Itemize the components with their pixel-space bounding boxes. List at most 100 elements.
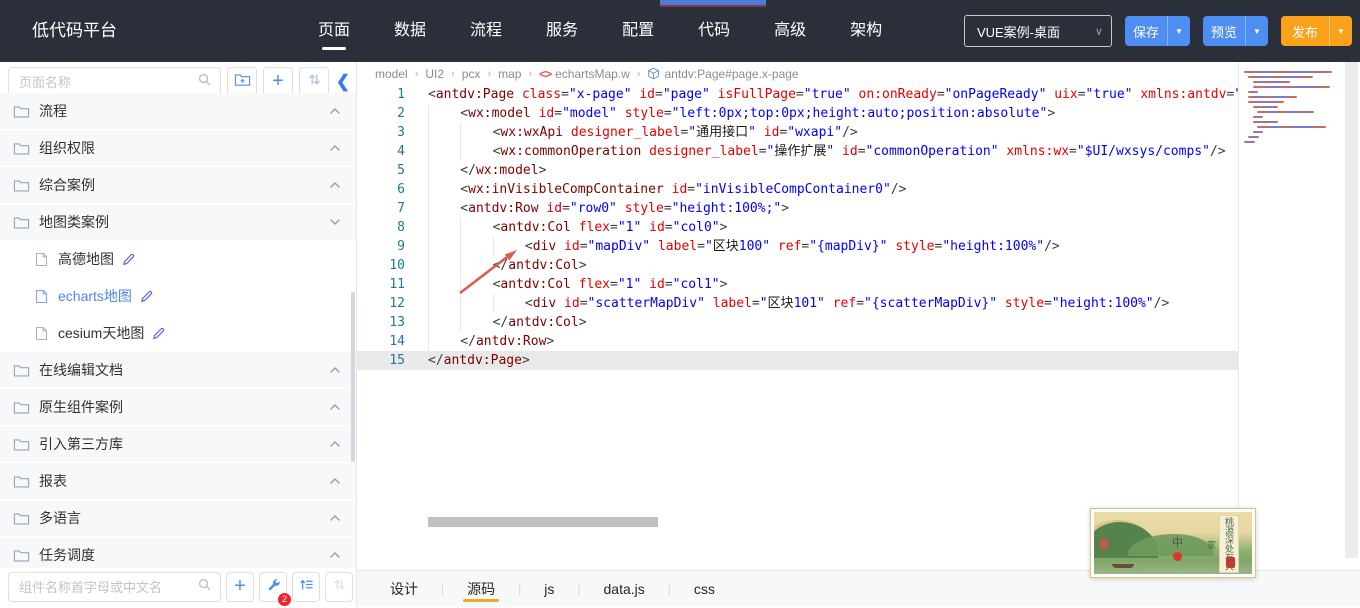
code-line-7[interactable]: 7<antdv:Row id="row0" style="height:100%… <box>357 199 1238 218</box>
editor-vertical-scrollbar[interactable] <box>1345 62 1358 558</box>
tools-button[interactable]: 2 <box>259 572 287 602</box>
sort-icon <box>332 577 347 597</box>
nav-item-0[interactable]: 页面 <box>318 0 350 62</box>
tree-item-6[interactable]: cesium天地图 <box>0 315 356 351</box>
chevron-up-icon[interactable] <box>328 178 342 192</box>
tree-item-7[interactable]: 在线编辑文档 <box>0 352 356 388</box>
code-line-1[interactable]: 1<antdv:Page class="x-page" id="page" is… <box>357 85 1238 104</box>
caret-down-icon[interactable]: ▼ <box>1329 16 1352 46</box>
add-component-button[interactable]: + <box>226 572 254 602</box>
painting-center-mark: 中 <box>1172 534 1183 550</box>
caret-down-icon[interactable]: ▼ <box>1245 16 1268 46</box>
chevron-up-icon[interactable] <box>328 437 342 451</box>
code-line-8[interactable]: 8<antdv:Col flex="1" id="col0"> <box>357 218 1238 237</box>
tree-item-label: 地图类案例 <box>39 212 328 232</box>
tree-item-11[interactable]: 多语言 <box>0 500 356 536</box>
code-text: </antdv:Col> <box>405 256 587 275</box>
reorder-button[interactable] <box>325 572 353 602</box>
tree-item-1[interactable]: 组织权限 <box>0 130 356 166</box>
action-button-1[interactable]: 预览▼ <box>1203 16 1268 46</box>
nav-item-2[interactable]: 流程 <box>470 0 502 62</box>
code-line-11[interactable]: 11<antdv:Col flex="1" id="col1"> <box>357 275 1238 294</box>
breadcrumb-label: map <box>498 67 521 81</box>
editor-horizontal-scrollbar[interactable] <box>428 517 658 527</box>
minimap-line <box>1253 81 1290 83</box>
line-number: 13 <box>357 313 405 332</box>
tree-item-label: 引入第三方库 <box>39 434 328 454</box>
code-line-10[interactable]: 10</antdv:Col> <box>357 256 1238 275</box>
sidebar-scrollbar[interactable] <box>351 292 355 462</box>
chevron-up-icon[interactable] <box>328 104 342 118</box>
code-line-4[interactable]: 4<wx:commonOperation designer_label="操作扩… <box>357 142 1238 161</box>
breadcrumb-item-0[interactable]: model <box>375 67 408 81</box>
action-button-0[interactable]: 保存▼ <box>1125 16 1190 46</box>
promo-painting[interactable]: 中 桃源深处有人家 <box>1090 508 1256 578</box>
tab-4[interactable]: css <box>692 571 717 608</box>
editor-minimap[interactable] <box>1238 62 1346 570</box>
chevron-down-icon[interactable] <box>328 215 342 229</box>
code-line-9[interactable]: 9<div id="mapDiv" label="区块100" ref="{ma… <box>357 237 1238 256</box>
breadcrumb-item-3[interactable]: map <box>498 67 521 81</box>
nav-item-3[interactable]: 服务 <box>546 0 578 62</box>
chevron-up-icon[interactable] <box>328 474 342 488</box>
minimap-line <box>1244 141 1255 143</box>
chevron-up-icon[interactable] <box>328 400 342 414</box>
tab-0[interactable]: 设计 <box>388 571 420 608</box>
folder-icon <box>13 141 30 156</box>
tree-item-3[interactable]: 地图类案例 <box>0 204 356 240</box>
chevron-up-icon[interactable] <box>328 548 342 562</box>
code-text: <div id="mapDiv" label="区块100" ref="{map… <box>405 237 1060 256</box>
tree-item-9[interactable]: 引入第三方库 <box>0 426 356 462</box>
nav-item-7[interactable]: 架构 <box>850 0 882 62</box>
action-button-label: 发布 <box>1281 16 1329 46</box>
code-line-6[interactable]: 6<wx:inVisibleCompContainer id="inVisibl… <box>357 180 1238 199</box>
outline-sort-button[interactable] <box>292 572 320 602</box>
nav-item-6[interactable]: 高级 <box>774 0 806 62</box>
tab-1[interactable]: 源码 <box>465 571 497 608</box>
caret-down-icon[interactable]: ▼ <box>1167 16 1190 46</box>
search-icon <box>197 72 212 92</box>
chevron-up-icon[interactable] <box>328 363 342 377</box>
code-line-5[interactable]: 5</wx:model> <box>357 161 1238 180</box>
code-line-15[interactable]: 15</antdv:Page> <box>357 351 1238 370</box>
component-search-input[interactable] <box>17 579 197 596</box>
chevron-up-icon[interactable] <box>328 141 342 155</box>
breadcrumb-item-5[interactable]: antdv:Page#page.x-page <box>647 67 798 81</box>
tab-3[interactable]: data.js <box>602 571 647 608</box>
code-line-14[interactable]: 14</antdv:Row> <box>357 332 1238 351</box>
folder-icon <box>13 215 30 230</box>
tree-item-12[interactable]: 任务调度 <box>0 537 356 568</box>
nav-item-4[interactable]: 配置 <box>622 0 654 62</box>
code-line-13[interactable]: 13</antdv:Col> <box>357 313 1238 332</box>
tree-item-8[interactable]: 原生组件案例 <box>0 389 356 425</box>
project-select[interactable]: VUE案例-桌面 ∨ <box>964 15 1112 47</box>
code-line-2[interactable]: 2<wx:model id="model" style="left:0px;to… <box>357 104 1238 123</box>
nav-item-1[interactable]: 数据 <box>394 0 426 62</box>
tab-2[interactable]: js <box>542 571 556 608</box>
code-line-12[interactable]: 12<div id="scatterMapDiv" label="区块101" … <box>357 294 1238 313</box>
code-text: <antdv:Col flex="1" id="col0"> <box>405 218 727 237</box>
code-editor[interactable]: 1<antdv:Page class="x-page" id="page" is… <box>357 85 1238 570</box>
line-number: 9 <box>357 237 405 256</box>
action-button-2[interactable]: 发布▼ <box>1281 16 1352 46</box>
tree-item-4[interactable]: 高德地图 <box>0 241 356 277</box>
breadcrumb-item-2[interactable]: pcx <box>462 67 481 81</box>
tree-item-5[interactable]: echarts地图 <box>0 278 356 314</box>
tree-item-10[interactable]: 报表 <box>0 463 356 499</box>
edit-pencil-icon[interactable] <box>122 253 135 266</box>
breadcrumb-item-1[interactable]: UI2 <box>425 67 444 81</box>
edit-pencil-icon[interactable] <box>140 290 153 303</box>
tab-separator: | <box>668 582 671 596</box>
main-content: model›UI2›pcx›map›<>echartsMap.w›antdv:P… <box>357 62 1360 570</box>
code-text: </antdv:Page> <box>405 351 530 370</box>
minimap-line <box>1244 71 1332 73</box>
code-text: </wx:model> <box>405 161 546 180</box>
page-search-input[interactable] <box>17 74 197 91</box>
tree-item-0[interactable]: 流程 <box>0 93 356 129</box>
nav-item-5[interactable]: 代码 <box>698 0 730 62</box>
edit-pencil-icon[interactable] <box>152 327 165 340</box>
tree-item-2[interactable]: 综合案例 <box>0 167 356 203</box>
breadcrumb-item-4[interactable]: <>echartsMap.w <box>539 67 630 81</box>
chevron-up-icon[interactable] <box>328 511 342 525</box>
code-line-3[interactable]: 3<wx:wxApi designer_label="通用接口" id="wxa… <box>357 123 1238 142</box>
